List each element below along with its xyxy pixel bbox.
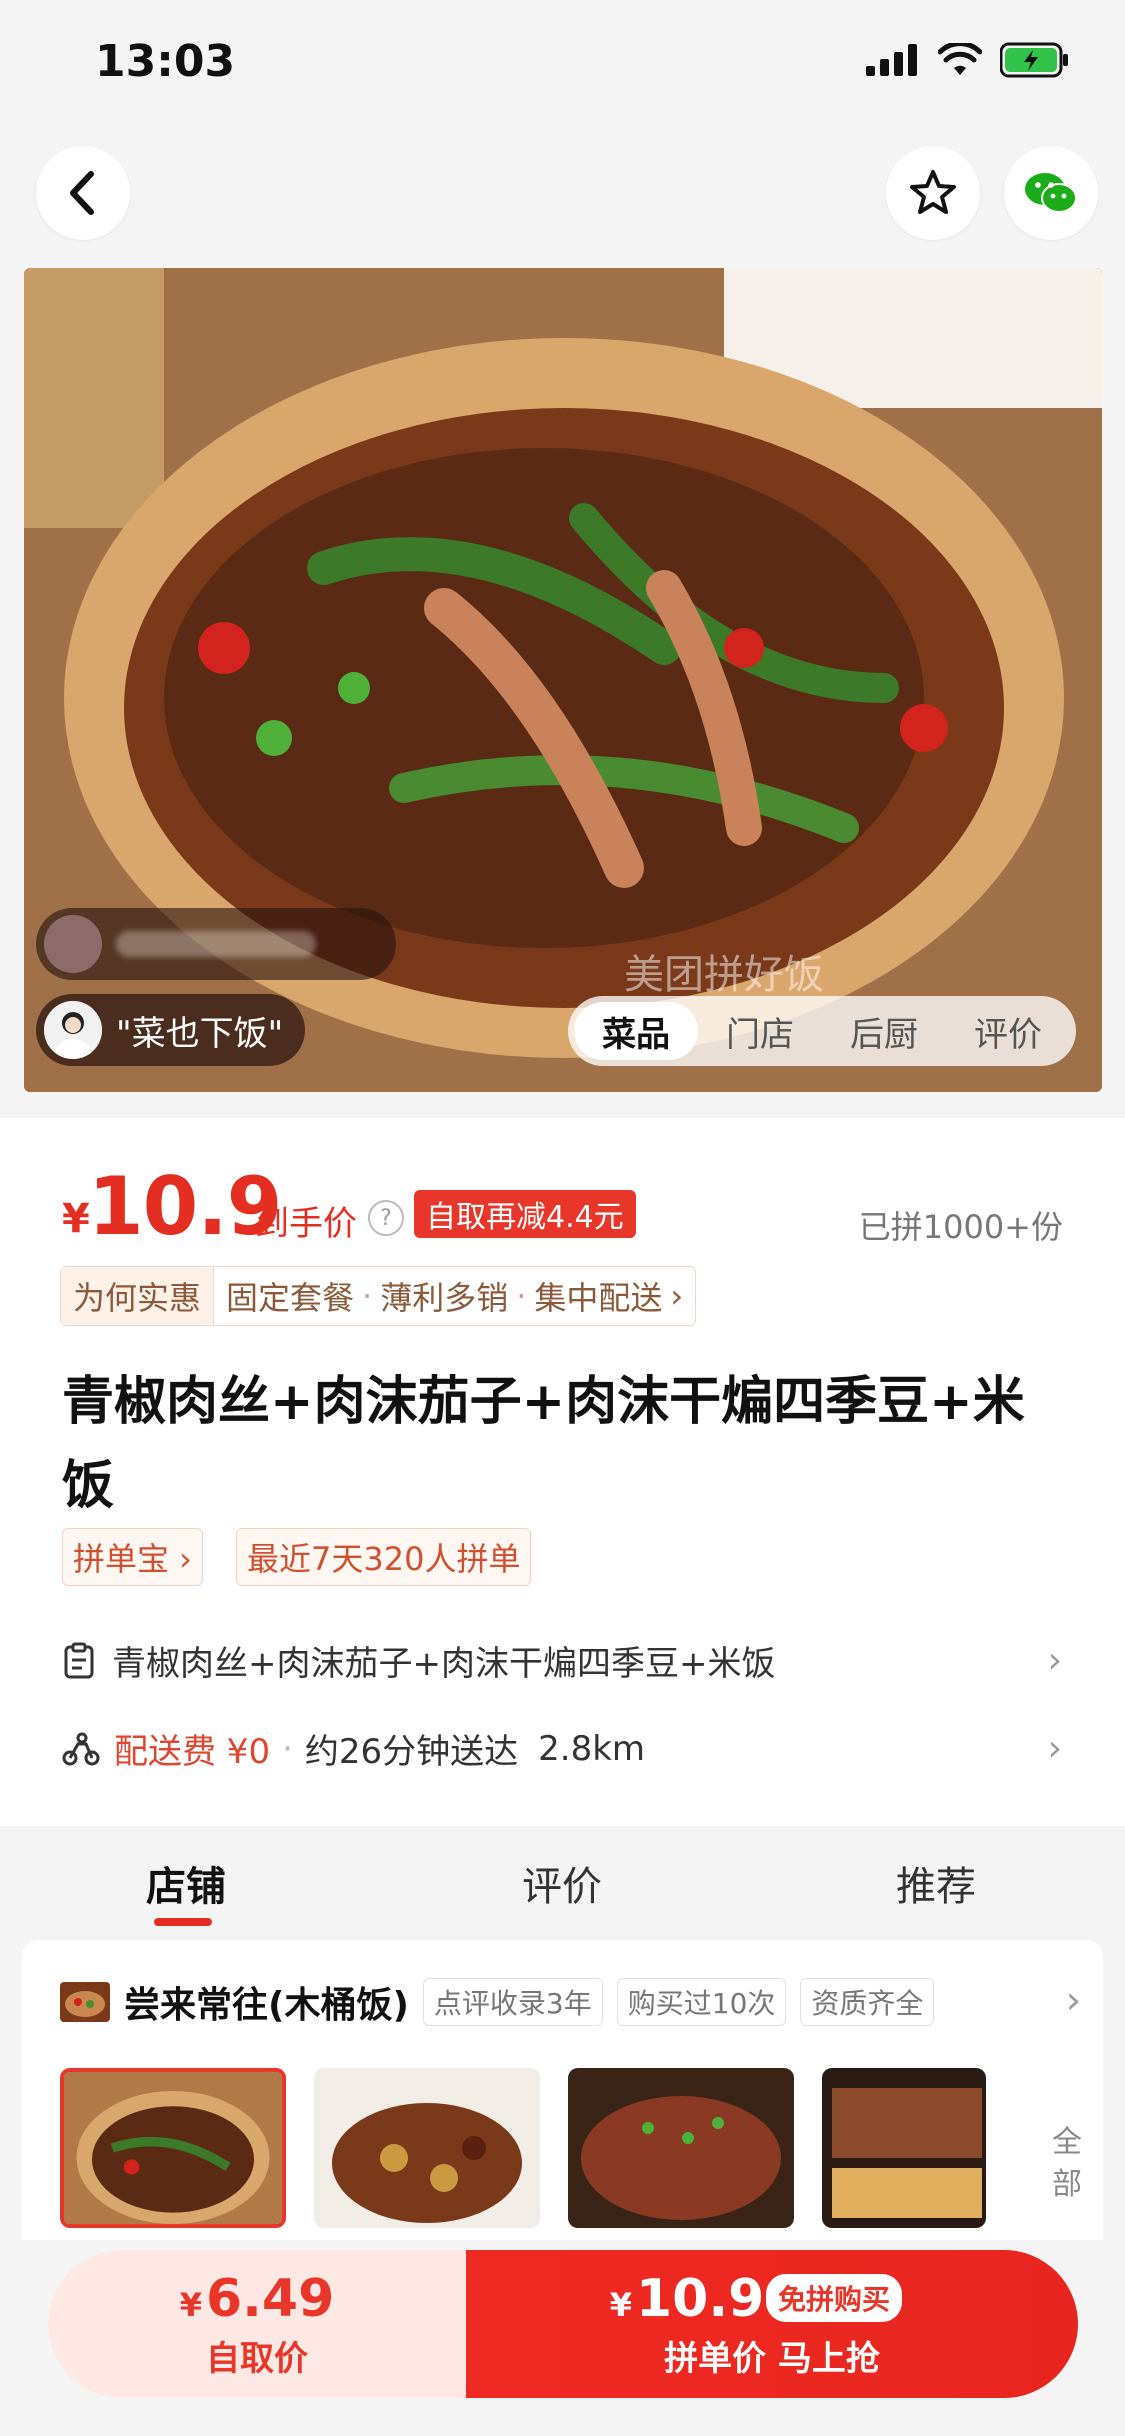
wechat-icon	[1025, 173, 1077, 213]
feature-item: 薄利多销	[380, 1279, 509, 1317]
recent-orders-tag: 最近7天320人拼单	[236, 1528, 532, 1586]
rider-icon	[62, 1732, 100, 1765]
blurred-comment	[116, 931, 316, 957]
price-label: 到手价	[255, 1204, 357, 1244]
delivery-fee: 配送费 ¥0	[114, 1732, 271, 1772]
store-name: 尝来常往(木桶饭)	[124, 1985, 409, 2026]
value-features[interactable]: 为何实惠 固定套餐 · 薄利多销 · 集中配送 ›	[60, 1266, 697, 1326]
section-tab-recommend[interactable]: 推荐	[896, 1854, 976, 1912]
signal-icon	[866, 44, 917, 76]
watermark-text: 美团拼好饭	[624, 952, 824, 998]
store-header[interactable]: 尝来常往(木桶饭) 点评收录3年 购买过10次 资质齐全	[60, 1976, 935, 2028]
delivery-time: 约26分钟送达	[304, 1732, 519, 1772]
chevron-right-icon[interactable]: ›	[1066, 1978, 1081, 2022]
comment-text: "菜也下饭"	[116, 1013, 284, 1054]
dish-thumbnail[interactable]	[314, 2068, 540, 2228]
dish-thumbnail[interactable]	[60, 2068, 286, 2228]
product-title: 青椒肉丝+肉沫茄子+肉沫干煸四季豆+米饭	[62, 1372, 1025, 1516]
dish-thumbnail[interactable]	[822, 2068, 986, 2228]
tab-store[interactable]: 门店	[698, 1002, 822, 1060]
chevron-left-icon	[70, 171, 94, 215]
store-tag: 购买过10次	[616, 1978, 787, 2026]
section-tab-review[interactable]: 评价	[522, 1854, 602, 1912]
tab-review[interactable]: 评价	[946, 1002, 1070, 1060]
comment-bubble: "菜也下饭"	[36, 994, 306, 1066]
combo-row[interactable]: 青椒肉丝+肉沫茄子+肉沫干煸四季豆+米饭 ›	[62, 1636, 1062, 1685]
status-time: 13:03	[95, 36, 236, 87]
self-pickup-button[interactable]: ¥6.49 自取价	[48, 2250, 466, 2398]
view-all-link[interactable]: 全部	[1047, 2122, 1087, 2206]
sold-count: 已拼1000+份	[858, 1208, 1063, 1246]
no-group-buy-chip: 免拼购买	[766, 2274, 903, 2322]
store-logo-icon	[60, 1982, 110, 2022]
delivery-distance: 2.8km	[538, 1728, 646, 1769]
currency-symbol: ¥	[179, 2285, 202, 2324]
group-buy-label: 拼单价 马上抢	[664, 2338, 880, 2379]
bottom-action-bar: ¥6.49 自取价 ¥10.9 免拼购买 拼单价 马上抢	[48, 2250, 1078, 2398]
chevron-right-icon: ›	[1047, 1728, 1062, 1769]
store-tag: 点评收录3年	[422, 1978, 603, 2026]
dish-thumbnail[interactable]	[568, 2068, 794, 2228]
question-icon[interactable]: ?	[368, 1200, 404, 1236]
group-buy-button[interactable]: ¥10.9 免拼购买 拼单价 马上抢	[466, 2250, 1078, 2398]
active-tab-indicator	[154, 1918, 212, 1926]
pindan-bao-tag[interactable]: 拼单宝 ›	[62, 1528, 203, 1586]
clipboard-icon	[64, 1642, 94, 1678]
avatar	[44, 1001, 102, 1059]
feature-lead: 为何实惠	[61, 1267, 215, 1325]
back-button[interactable]	[36, 146, 130, 240]
feature-item: 固定套餐	[226, 1279, 355, 1317]
hero-tab-bar: 菜品 门店 后厨 评价	[568, 996, 1076, 1066]
group-price: 10.9	[635, 2268, 765, 2329]
tab-kitchen[interactable]: 后厨	[822, 1002, 946, 1060]
tab-dish[interactable]: 菜品	[574, 1002, 698, 1060]
delivery-row[interactable]: 配送费 ¥0 · 约26分钟送达 2.8km ›	[62, 1724, 1062, 1773]
comment-bubble-blurred	[36, 908, 396, 980]
chevron-right-icon: ›	[1047, 1640, 1062, 1681]
price-amount: 10.9	[88, 1160, 282, 1253]
self-pickup-label: 自取价	[206, 2338, 308, 2379]
currency-symbol: ¥	[609, 2285, 632, 2324]
section-tab-store[interactable]: 店铺	[146, 1854, 226, 1912]
battery-icon	[1000, 42, 1068, 78]
self-pickup-price: 6.49	[205, 2268, 335, 2329]
store-tag: 资质齐全	[800, 1978, 935, 2026]
price-currency: ¥	[62, 1196, 90, 1242]
wifi-icon	[938, 43, 982, 75]
star-icon	[910, 170, 956, 214]
section-tabs: 店铺 评价 推荐	[0, 1826, 1125, 1936]
promo-badge: 自取再减4.4元	[414, 1190, 636, 1238]
favorite-button[interactable]	[886, 146, 980, 240]
combo-text: 青椒肉丝+肉沫茄子+肉沫干煸四季豆+米饭	[112, 1644, 776, 1684]
feature-item: 集中配送	[534, 1279, 663, 1317]
avatar	[44, 915, 102, 973]
status-icons	[866, 42, 1070, 78]
wechat-share-button[interactable]	[1004, 146, 1098, 240]
product-image[interactable]: 美团拼好饭 "菜也下饭" 菜品 门店 后厨 评价	[24, 268, 1102, 1092]
chevron-right-icon: ›	[670, 1277, 684, 1315]
